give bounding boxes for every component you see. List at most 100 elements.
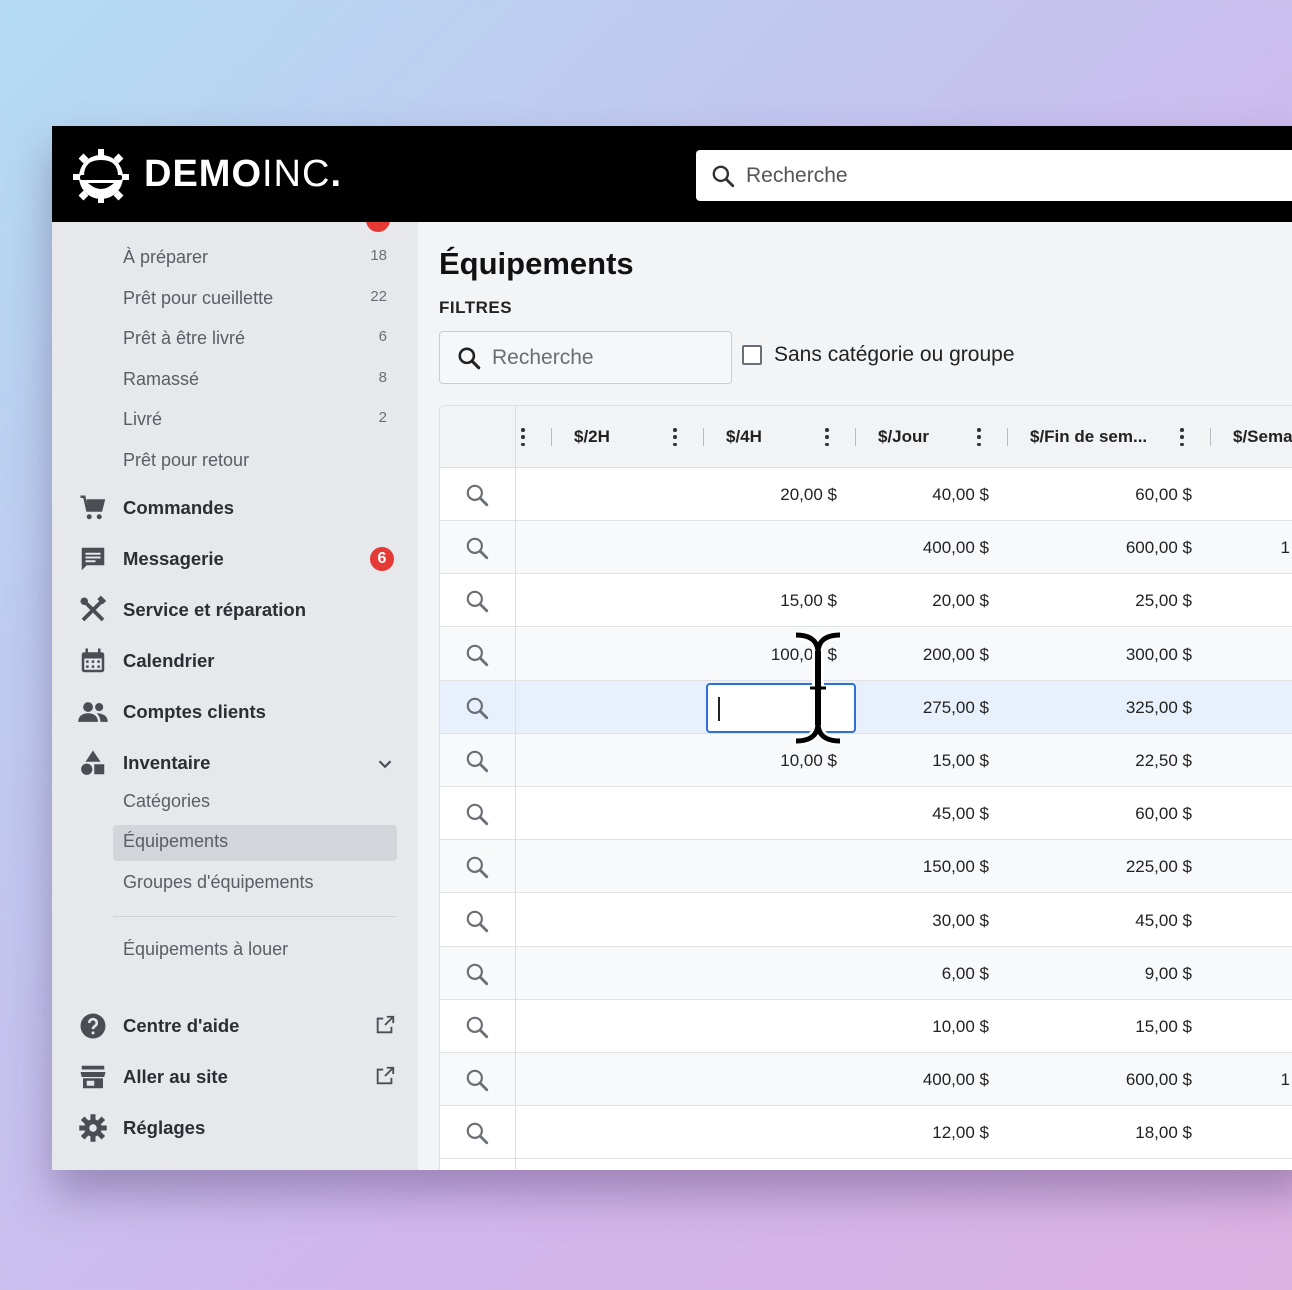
global-search[interactable]	[696, 150, 1292, 201]
cell-jour[interactable]: 400,00 $	[840, 1053, 989, 1106]
cell-semaine[interactable]	[1260, 734, 1290, 787]
column-menu-icon[interactable]	[974, 426, 984, 448]
cell-fin-semaine[interactable]: 600,00 $	[1000, 521, 1192, 574]
uncategorized-filter[interactable]: Sans catégorie ou groupe	[742, 343, 1015, 367]
cell-4h[interactable]	[680, 521, 837, 574]
cell-semaine[interactable]	[1260, 574, 1290, 627]
magnify-icon[interactable]	[464, 1120, 490, 1146]
cell-semaine[interactable]	[1260, 840, 1290, 893]
cell-fin-semaine[interactable]: 600,00 $	[1000, 1053, 1192, 1106]
cell-fin-semaine[interactable]: 60,00 $	[1000, 468, 1192, 521]
cell-fin-semaine[interactable]: 45,00 $	[1000, 894, 1192, 947]
nav-reglages[interactable]: Réglages	[76, 1108, 396, 1148]
cell-jour[interactable]: 200,00 $	[840, 628, 989, 681]
cell-jour[interactable]: 400,00 $	[840, 521, 989, 574]
magnify-icon[interactable]	[464, 535, 490, 561]
magnify-icon[interactable]	[464, 801, 490, 827]
cell-jour[interactable]: 12,00 $	[840, 1106, 989, 1159]
magnify-icon[interactable]	[464, 482, 490, 508]
cell-jour[interactable]: 150,00 $	[840, 840, 989, 893]
cell-fin-semaine[interactable]: 225,00 $	[1000, 840, 1192, 893]
cell-fin-semaine[interactable]: 18,00 $	[1000, 1106, 1192, 1159]
magnify-icon[interactable]	[464, 961, 490, 987]
magnify-icon[interactable]	[464, 588, 490, 614]
sidebar-subitem-ramasse[interactable]: Ramassé 8	[123, 369, 393, 390]
cell-semaine[interactable]	[1260, 894, 1290, 947]
magnify-icon[interactable]	[464, 1014, 490, 1040]
cell-4h[interactable]	[680, 840, 837, 893]
cell-jour[interactable]: 15,00 $	[840, 734, 989, 787]
cell-semaine[interactable]	[1260, 1106, 1290, 1159]
cell-jour[interactable]: 30,00 $	[840, 894, 989, 947]
filter-search-input[interactable]	[492, 345, 712, 370]
cell-fin-semaine[interactable]: 22,50 $	[1000, 734, 1192, 787]
sidebar-subitem-equipements[interactable]: Équipements	[123, 831, 393, 852]
cell-4h[interactable]	[680, 1000, 837, 1053]
magnify-icon[interactable]	[464, 642, 490, 668]
cell-semaine[interactable]: 1	[1260, 521, 1290, 574]
sidebar-subitem-a-preparer[interactable]: À préparer 18	[123, 247, 393, 268]
sidebar-subitem-livre[interactable]: Livré 2	[123, 409, 393, 430]
cell-fin-semaine[interactable]: 325,00 $	[1000, 681, 1192, 734]
cell-4h[interactable]	[680, 1053, 837, 1106]
sidebar-subitem-pret-retour[interactable]: Prêt pour retour	[123, 450, 393, 471]
magnify-icon[interactable]	[464, 748, 490, 774]
col-header-semaine[interactable]: $/Sema	[1233, 406, 1292, 468]
column-resize-handle[interactable]	[855, 428, 856, 446]
sidebar-subitem-groupes[interactable]: Groupes d'équipements	[123, 872, 393, 893]
table-row[interactable]: 275,00 $325,00 $	[440, 680, 1292, 734]
table-row[interactable]: 400,00 $600,00 $ 1	[440, 521, 1292, 575]
cell-fin-semaine[interactable]: 15,00 $	[1000, 1000, 1192, 1053]
cell-jour[interactable]: 275,00 $	[840, 681, 989, 734]
column-menu-icon[interactable]	[670, 426, 680, 448]
table-row[interactable]: 6,00 $9,00 $	[440, 946, 1292, 1000]
cell-4h[interactable]	[680, 894, 837, 947]
table-row[interactable]: 10,00 $15,00 $22,50 $	[440, 734, 1292, 787]
cell-4h[interactable]: 15,00 $	[680, 574, 837, 627]
nav-calendrier[interactable]: Calendrier	[76, 641, 396, 681]
table-row[interactable]: 10,00 $15,00 $	[440, 1000, 1292, 1053]
cell-fin-semaine[interactable]: 300,00 $	[1000, 628, 1192, 681]
table-row[interactable]: 45,00 $60,00 $	[440, 787, 1292, 841]
nav-centre-aide[interactable]: Centre d'aide	[76, 1006, 396, 1046]
table-row[interactable]: 150,00 $225,00 $	[440, 840, 1292, 894]
uncategorized-checkbox[interactable]	[742, 345, 762, 365]
filter-search[interactable]	[439, 331, 732, 384]
table-row[interactable]: 30,00 $45,00 $	[440, 894, 1292, 947]
col-header-4h[interactable]: $/4H	[726, 406, 762, 468]
cell-4h[interactable]: 20,00 $	[680, 468, 837, 521]
cell-semaine[interactable]	[1260, 947, 1290, 1000]
nav-inventaire[interactable]: Inventaire	[76, 743, 396, 783]
chevron-down-icon[interactable]	[374, 753, 396, 775]
cell-semaine[interactable]	[1260, 628, 1290, 681]
table-row[interactable]: 12,00 $18,00 $	[440, 1106, 1292, 1160]
magnify-icon[interactable]	[464, 1067, 490, 1093]
cell-jour[interactable]: 6,00 $	[840, 947, 989, 1000]
cell-semaine[interactable]	[1260, 787, 1290, 840]
col-header-jour[interactable]: $/Jour	[878, 406, 929, 468]
cell-4h[interactable]	[680, 787, 837, 840]
cell-jour[interactable]: 40,00 $	[840, 468, 989, 521]
magnify-icon[interactable]	[464, 908, 490, 934]
cell-semaine[interactable]	[1260, 681, 1290, 734]
magnify-icon[interactable]	[464, 695, 490, 721]
cell-semaine[interactable]: 1	[1260, 1053, 1290, 1106]
column-resize-handle[interactable]	[1210, 428, 1211, 446]
table-row[interactable]: 15,00 $20,00 $25,00 $	[440, 574, 1292, 628]
cell-semaine[interactable]	[1260, 1000, 1290, 1053]
column-resize-handle[interactable]	[551, 428, 552, 446]
column-menu-icon[interactable]	[1177, 426, 1187, 448]
nav-commandes[interactable]: Commandes	[76, 488, 396, 528]
cell-jour[interactable]: 10,00 $	[840, 1000, 989, 1053]
cell-fin-semaine[interactable]: 9,00 $	[1000, 947, 1192, 1000]
column-resize-handle[interactable]	[1007, 428, 1008, 446]
sidebar-subitem-categories[interactable]: Catégories	[123, 791, 393, 812]
col-header-fin-semaine[interactable]: $/Fin de sem...	[1030, 406, 1147, 468]
nav-aller-site[interactable]: Aller au site	[76, 1057, 396, 1097]
cell-jour[interactable]: 20,00 $	[840, 574, 989, 627]
column-resize-handle[interactable]	[703, 428, 704, 446]
cell-4h[interactable]	[680, 1106, 837, 1159]
cell-fin-semaine[interactable]: 25,00 $	[1000, 574, 1192, 627]
table-row[interactable]: 400,00 $600,00 $ 1	[440, 1053, 1292, 1107]
global-search-input[interactable]	[746, 163, 1246, 188]
